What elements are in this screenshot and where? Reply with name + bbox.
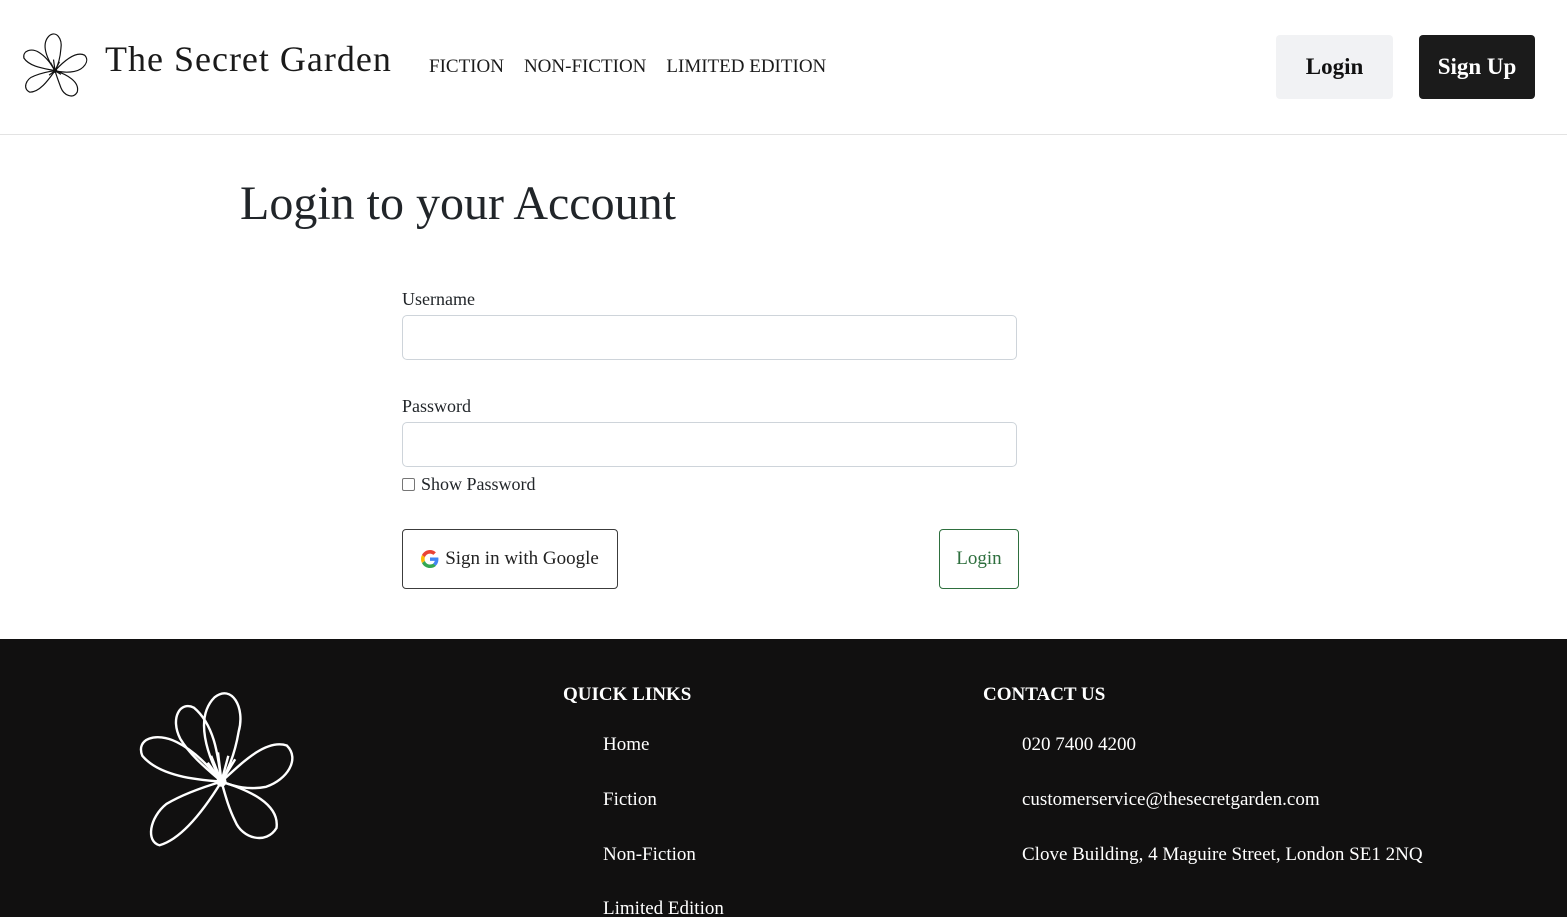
show-password-label[interactable]: Show Password — [421, 474, 536, 495]
login-submit-button[interactable]: Login — [939, 529, 1019, 589]
footer-link-non-fiction[interactable]: Non-Fiction — [603, 844, 696, 866]
brand-name[interactable]: The Secret Garden — [105, 38, 392, 80]
username-label: Username — [402, 289, 475, 309]
contact-heading: CONTACT US — [983, 684, 1106, 705]
site-header: The Secret Garden FICTION NON-FICTION LI… — [0, 0, 1567, 135]
contact-phone: 020 7400 4200 — [1022, 734, 1136, 755]
footer-link-fiction[interactable]: Fiction — [603, 789, 657, 811]
username-input[interactable] — [402, 315, 1017, 360]
page-title: Login to your Account — [240, 177, 676, 230]
flower-icon[interactable] — [18, 30, 92, 104]
flower-icon — [139, 692, 294, 847]
site-footer: QUICK LINKS Home Fiction Non-Fiction Lim… — [0, 639, 1567, 919]
contact-email[interactable]: customerservice@thesecretgarden.com — [1022, 789, 1320, 811]
nav-limited-edition[interactable]: LIMITED EDITION — [666, 56, 826, 78]
google-signin-button[interactable]: Sign in with Google — [402, 529, 618, 589]
header-signup-button[interactable]: Sign Up — [1419, 35, 1535, 99]
show-password-toggle[interactable]: Show Password — [402, 474, 536, 495]
contact-address: Clove Building, 4 Maguire Street, London… — [1022, 844, 1423, 865]
nav-fiction[interactable]: FICTION — [429, 56, 504, 78]
password-label: Password — [402, 396, 472, 416]
password-input[interactable] — [402, 422, 1017, 467]
nav-non-fiction[interactable]: NON-FICTION — [524, 56, 646, 78]
google-icon — [421, 550, 439, 568]
quick-links-heading: QUICK LINKS — [563, 684, 692, 705]
main-nav: FICTION NON-FICTION LIMITED EDITION — [429, 56, 826, 78]
show-password-checkbox[interactable] — [402, 478, 415, 491]
google-signin-label: Sign in with Google — [445, 548, 599, 569]
header-login-button[interactable]: Login — [1276, 35, 1393, 99]
footer-link-home[interactable]: Home — [603, 734, 649, 756]
